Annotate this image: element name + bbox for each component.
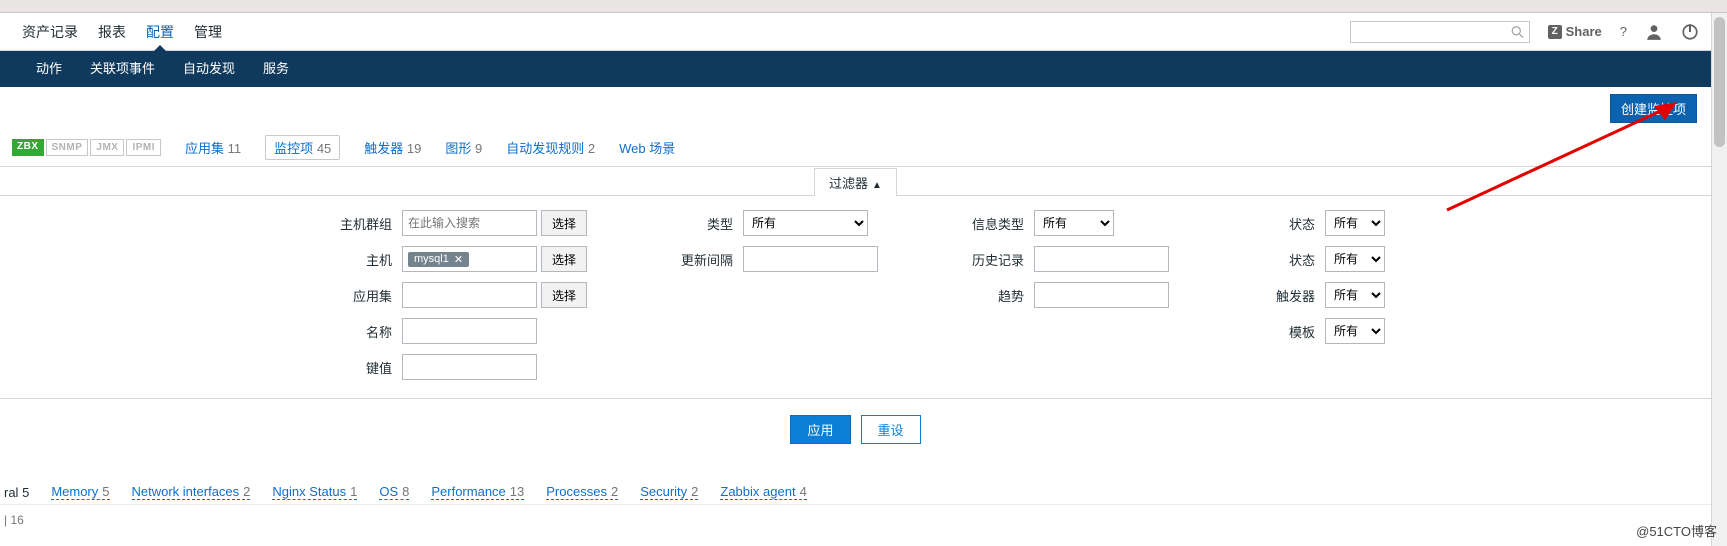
sub-discovery[interactable]: 自动发现 [169, 51, 249, 87]
application-list-row: ral 5 Memory5 Network interfaces2 Nginx … [0, 472, 1711, 505]
app-performance[interactable]: Performance13 [431, 484, 524, 500]
select-template[interactable]: 所有 [1325, 318, 1385, 344]
sub-actions[interactable]: 动作 [22, 51, 76, 87]
sub-services[interactable]: 服务 [249, 51, 303, 87]
tab-applications[interactable]: 应用集 11 [185, 138, 241, 157]
apply-button[interactable]: 应用 [790, 415, 850, 444]
tab-web[interactable]: Web 场景 [619, 138, 675, 157]
user-icon[interactable] [1645, 23, 1663, 41]
select-trigger[interactable]: 所有 [1325, 282, 1385, 308]
page-tabs: ZBX SNMP JMX IPMI 应用集 11 监控项 45 触发器 19 图… [0, 129, 1711, 167]
app-processes[interactable]: Processes2 [546, 484, 618, 500]
select-status[interactable]: 所有 [1325, 246, 1385, 272]
proto-ipmi-badge: IPMI [126, 139, 161, 156]
input-host[interactable]: mysql1✕ [402, 246, 537, 272]
filter-col4: 状态 所有 状态 所有 触发器 所有 模板 所有 [1249, 210, 1385, 380]
share-label: Share [1566, 24, 1602, 39]
tab-items[interactable]: 监控项 45 [265, 135, 340, 160]
lbl-host-group: 主机群组 [326, 214, 402, 233]
filter-toggle-row: 过滤器▲ [0, 167, 1711, 195]
filter-col1: 主机群组 选择 主机 mysql1✕ 选择 应用集 选择 名称 键值 [326, 210, 587, 380]
share-button[interactable]: ZShare [1548, 24, 1602, 39]
app-network[interactable]: Network interfaces2 [132, 484, 251, 500]
filter-col2: 类型 所有 更新间隔 [667, 210, 878, 380]
app-cut-prefix: ral 5 [4, 485, 29, 500]
select-host-group-button[interactable]: 选择 [541, 210, 587, 236]
host-pill-remove-icon[interactable]: ✕ [454, 253, 463, 266]
browser-chrome-bar [0, 0, 1727, 13]
app-security[interactable]: Security2 [640, 484, 698, 500]
filter-actions: 应用 重设 [0, 415, 1711, 444]
lbl-info-type: 信息类型 [958, 214, 1034, 233]
watermark: @51CTO博客 [1636, 521, 1717, 540]
nav-config[interactable]: 配置 [136, 13, 184, 51]
app-zabbix-agent[interactable]: Zabbix agent4 [720, 484, 806, 500]
create-item-button[interactable]: 创建监控项 [1610, 94, 1697, 123]
top-nav: 资产记录 报表 配置 管理 ZShare ? [0, 13, 1711, 51]
tab-graphs[interactable]: 图形 9 [445, 138, 482, 157]
lbl-key: 键值 [326, 358, 402, 377]
lbl-host: 主机 [326, 250, 402, 269]
lbl-interval: 更新间隔 [667, 250, 743, 269]
lbl-application: 应用集 [326, 286, 402, 305]
tab-triggers[interactable]: 触发器 19 [364, 138, 421, 157]
vertical-scrollbar[interactable] [1711, 13, 1727, 546]
select-application-button[interactable]: 选择 [541, 282, 587, 308]
lbl-status: 状态 [1249, 250, 1325, 269]
filter-toggle[interactable]: 过滤器▲ [814, 168, 897, 196]
nav-reports[interactable]: 报表 [88, 13, 136, 51]
filter-col3: 信息类型 所有 历史记录 趋势 [958, 210, 1169, 380]
top-search-wrap [1350, 21, 1530, 43]
power-icon[interactable] [1681, 23, 1699, 41]
lbl-template: 模板 [1249, 322, 1325, 341]
select-info-type[interactable]: 所有 [1034, 210, 1114, 236]
lbl-type: 类型 [667, 214, 743, 233]
input-trend[interactable] [1034, 282, 1169, 308]
proto-zbx-badge: ZBX [12, 139, 44, 156]
nav-inventory[interactable]: 资产记录 [12, 13, 88, 51]
input-key[interactable] [402, 354, 537, 380]
lbl-trend: 趋势 [958, 286, 1034, 305]
triangle-up-icon: ▲ [872, 180, 882, 191]
sub-nav: 动作 关联项事件 自动发现 服务 [0, 51, 1711, 87]
sub-correlation[interactable]: 关联项事件 [76, 51, 169, 87]
host-pill[interactable]: mysql1✕ [408, 252, 469, 267]
nav-admin[interactable]: 管理 [184, 13, 232, 51]
select-state[interactable]: 所有 [1325, 210, 1385, 236]
protocol-badges: ZBX SNMP JMX IPMI [12, 139, 161, 156]
lbl-state: 状态 [1249, 214, 1325, 233]
input-application[interactable] [402, 282, 537, 308]
scrollbar-thumb[interactable] [1714, 17, 1725, 147]
select-host-button[interactable]: 选择 [541, 246, 587, 272]
create-bar: 创建监控项 [0, 87, 1711, 129]
proto-jmx-badge: JMX [90, 139, 124, 156]
tab-discovery-rules[interactable]: 自动发现规则 2 [506, 138, 595, 157]
select-type[interactable]: 所有 [743, 210, 868, 236]
app-os[interactable]: OS8 [379, 484, 409, 500]
input-host-group[interactable] [402, 210, 537, 236]
lbl-history: 历史记录 [958, 250, 1034, 269]
input-interval[interactable] [743, 246, 878, 272]
reset-button[interactable]: 重设 [861, 415, 921, 444]
top-search-input[interactable] [1350, 21, 1530, 43]
input-name[interactable] [402, 318, 537, 344]
proto-snmp-badge: SNMP [46, 139, 89, 156]
app-nginx[interactable]: Nginx Status1 [272, 484, 357, 500]
filter-form: 主机群组 选择 主机 mysql1✕ 选择 应用集 选择 名称 键值 类型 所 [0, 195, 1711, 399]
search-icon[interactable] [1511, 25, 1524, 38]
input-history[interactable] [1034, 246, 1169, 272]
app-memory[interactable]: Memory5 [51, 484, 109, 500]
help-icon[interactable]: ? [1620, 24, 1627, 39]
lbl-trigger: 触发器 [1249, 286, 1325, 305]
lbl-name: 名称 [326, 322, 402, 341]
row-count: | 16 [0, 505, 1711, 535]
